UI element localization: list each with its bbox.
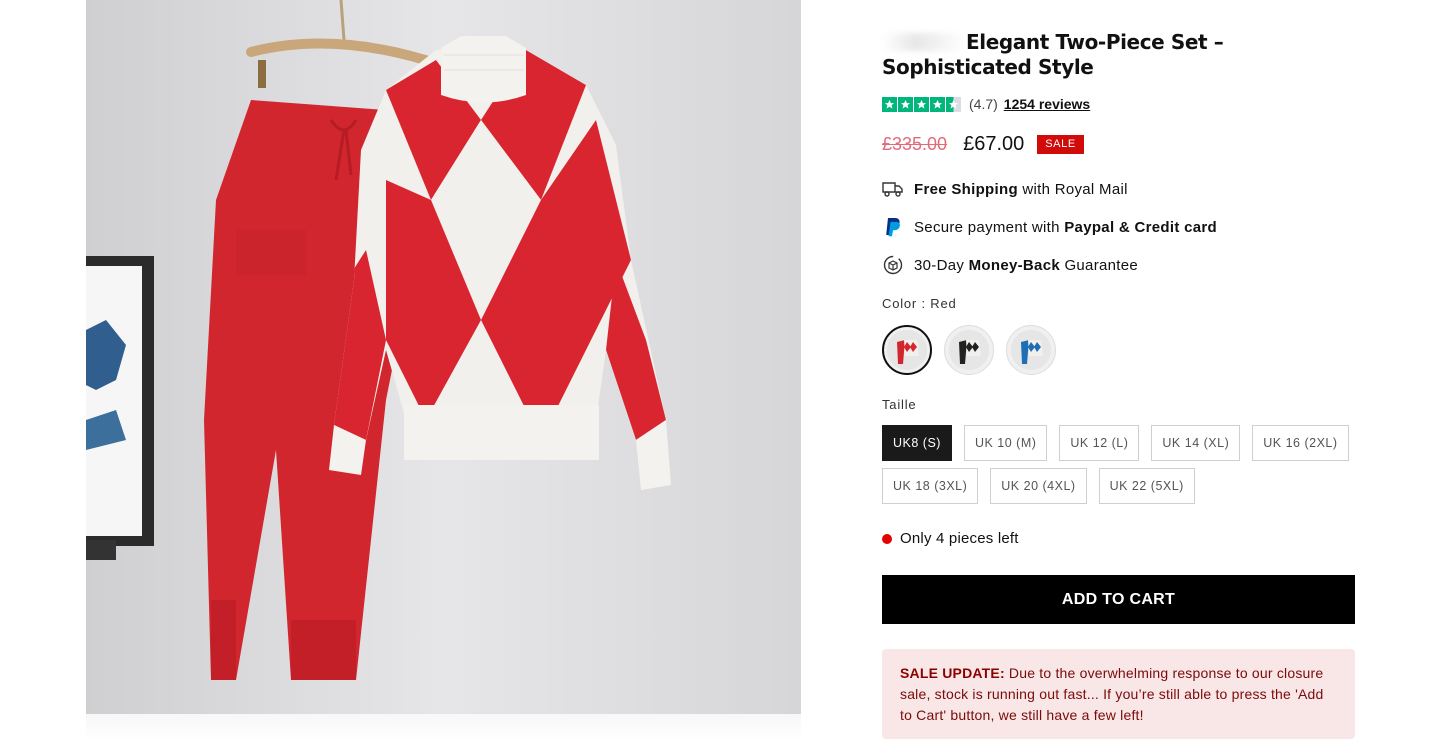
sale-badge: SALE xyxy=(1037,134,1084,154)
truck-icon xyxy=(882,178,904,200)
swatch-red[interactable] xyxy=(882,325,932,375)
feature-money-back: 30-Day Money-Back Guarantee xyxy=(882,254,1138,276)
feature-money-back-text2: Guarantee xyxy=(1059,256,1139,274)
size-option-uk20[interactable]: UK 20 (4XL) xyxy=(990,468,1087,504)
size-options: UK8 (S) UK 10 (M) UK 12 (L) UK 14 (XL) U… xyxy=(882,425,1362,504)
star-icon xyxy=(898,96,913,112)
size-option-uk12[interactable]: UK 12 (L) xyxy=(1059,425,1140,461)
new-price: £67.00 xyxy=(963,132,1025,155)
feature-shipping: Free Shipping with Royal Mail xyxy=(882,178,1128,200)
rating-value: (4.7) xyxy=(969,96,998,112)
swatch-blue-image xyxy=(1011,330,1051,370)
product-image[interactable] xyxy=(86,0,801,714)
product-info: Elegant Two-Piece Set – Sophisticated St… xyxy=(882,30,1355,739)
feature-shipping-text: with Royal Mail xyxy=(1017,180,1128,198)
color-label: Color : Red xyxy=(882,296,957,311)
add-to-cart-button[interactable]: ADD TO CART xyxy=(882,575,1355,624)
star-icon xyxy=(914,96,929,112)
feature-payment: Secure payment with Paypal & Credit card xyxy=(882,216,1217,238)
stock-text: Only 4 pieces left xyxy=(900,530,1019,547)
size-option-uk14[interactable]: UK 14 (XL) xyxy=(1151,425,1241,461)
image-shadow xyxy=(86,714,801,741)
feature-money-back-bold: Money-Back xyxy=(968,256,1060,274)
product-title: Elegant Two-Piece Set – Sophisticated St… xyxy=(882,30,1224,79)
blurred-brand xyxy=(882,33,966,51)
size-option-uk10[interactable]: UK 10 (M) xyxy=(963,425,1048,461)
size-option-uk16[interactable]: UK 16 (2XL) xyxy=(1252,425,1349,461)
old-price: £335.00 xyxy=(882,133,948,154)
feature-money-back-text: 30-Day xyxy=(914,256,969,274)
size-option-uk18[interactable]: UK 18 (3XL) xyxy=(882,468,979,504)
rating-row: (4.7) 1254 reviews xyxy=(882,96,1090,112)
size-option-uk8[interactable]: UK8 (S) xyxy=(882,425,952,461)
feature-payment-text: Secure payment with xyxy=(914,218,1065,236)
sale-update-heading: SALE UPDATE: xyxy=(900,665,1005,681)
money-back-icon xyxy=(882,254,904,276)
swatch-blue[interactable] xyxy=(1006,325,1056,375)
rating-stars xyxy=(882,96,961,112)
swatch-red-image xyxy=(887,330,927,370)
reviews-link[interactable]: 1254 reviews xyxy=(1004,96,1090,112)
stock-indicator: Only 4 pieces left xyxy=(882,530,1019,547)
swatch-black[interactable] xyxy=(944,325,994,375)
feature-shipping-bold: Free Shipping xyxy=(914,180,1018,198)
size-option-uk22[interactable]: UK 22 (5XL) xyxy=(1098,468,1195,504)
half-star-icon xyxy=(946,96,961,112)
swatch-black-image xyxy=(949,330,989,370)
star-icon xyxy=(882,96,897,112)
color-swatches xyxy=(882,325,1056,375)
size-label: Taille xyxy=(882,397,917,412)
stock-dot-icon xyxy=(882,533,892,544)
feature-payment-bold: Paypal & Credit card xyxy=(1064,218,1217,236)
price-row: £335.00 £67.00 SALE xyxy=(882,133,1084,155)
star-icon xyxy=(930,96,945,112)
paypal-icon xyxy=(882,216,904,238)
sale-update-notice: SALE UPDATE: Due to the overwhelming res… xyxy=(882,649,1355,739)
